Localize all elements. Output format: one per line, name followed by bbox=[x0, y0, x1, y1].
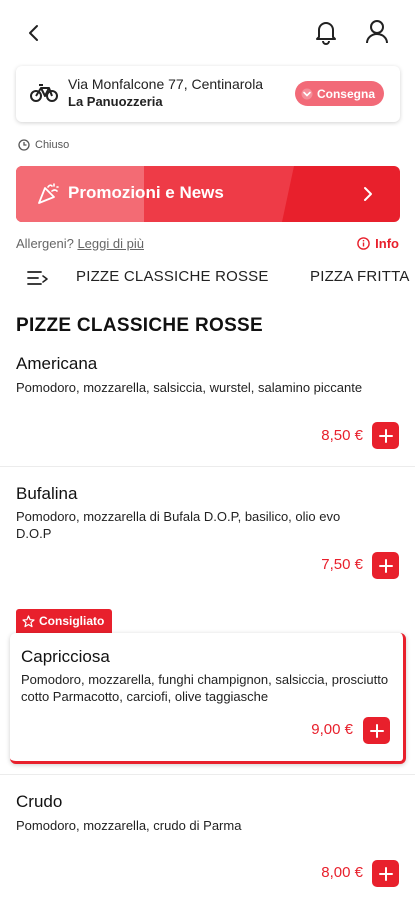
back-button[interactable] bbox=[17, 16, 51, 50]
add-item-button[interactable] bbox=[372, 860, 399, 887]
promotions-label: Promozioni e News bbox=[68, 183, 224, 202]
recommended-badge: Consigliato bbox=[16, 609, 113, 633]
chevron-left-icon bbox=[29, 25, 38, 41]
plus-icon bbox=[378, 866, 393, 881]
info-button[interactable]: Info bbox=[357, 236, 399, 251]
item-price: 8,50 € bbox=[321, 427, 363, 444]
user-icon bbox=[366, 20, 388, 44]
item-description: Pomodoro, mozzarella, crudo di Parma bbox=[16, 818, 242, 833]
item-description: Pomodoro, mozzarella, funghi champignon,… bbox=[21, 672, 389, 704]
item-name: Crudo bbox=[16, 792, 63, 811]
category-tabs: PIZZE CLASSICHE ROSSE PIZZA FRITTA bbox=[0, 262, 415, 292]
item-name: Americana bbox=[16, 354, 98, 373]
item-description: Pomodoro, mozzarella di Bufala D.O.P, ba… bbox=[16, 509, 341, 541]
info-label: Info bbox=[375, 236, 399, 251]
item-separator bbox=[0, 466, 415, 467]
address-street: Via Monfalcone 77, Centinarola bbox=[68, 76, 264, 92]
store-name: La Panuozzeria bbox=[68, 94, 163, 109]
item-price: 8,00 € bbox=[321, 864, 363, 881]
store-status-label: Chiuso bbox=[35, 139, 70, 151]
tab-pizze-classiche-rosse[interactable]: PIZZE CLASSICHE ROSSE bbox=[76, 268, 269, 285]
clock-icon bbox=[18, 139, 30, 151]
item-name: Capricciosa bbox=[21, 647, 110, 666]
bell-icon bbox=[316, 22, 336, 45]
item-price: 7,50 € bbox=[321, 556, 363, 573]
plus-icon bbox=[378, 428, 393, 443]
chevron-down-icon bbox=[301, 88, 313, 99]
list-menu-icon[interactable] bbox=[27, 270, 49, 286]
section-title: PIZZE CLASSICHE ROSSE bbox=[16, 315, 264, 336]
allergens-read-more-link[interactable]: Leggi di più bbox=[77, 236, 144, 251]
promotions-banner[interactable]: Promozioni e News bbox=[16, 166, 400, 222]
item-description: Pomodoro, mozzarella, salsiccia, wurstel… bbox=[16, 380, 363, 395]
chevron-right-icon bbox=[364, 187, 372, 201]
allergens-question: Allergeni? bbox=[16, 236, 74, 251]
store-status: Chiuso bbox=[18, 139, 69, 151]
item-price: 9,00 € bbox=[311, 721, 353, 738]
add-item-button[interactable] bbox=[372, 422, 399, 449]
plus-icon bbox=[378, 558, 393, 573]
add-item-button[interactable] bbox=[363, 717, 390, 744]
info-icon bbox=[357, 237, 370, 250]
party-popper-icon bbox=[38, 183, 59, 204]
delivery-mode-button[interactable]: Consegna bbox=[294, 81, 384, 106]
item-separator bbox=[0, 774, 415, 775]
allergens-notice: Allergeni? Leggi di più bbox=[16, 236, 144, 251]
recommended-item-card: Capricciosa Pomodoro, mozzarella, funghi… bbox=[10, 633, 406, 764]
star-icon bbox=[22, 614, 35, 627]
recommended-label: Consigliato bbox=[39, 614, 105, 628]
profile-button[interactable] bbox=[360, 15, 394, 49]
delivery-mode-label: Consegna bbox=[316, 86, 375, 101]
add-item-button[interactable] bbox=[372, 552, 399, 579]
bicycle-icon bbox=[30, 84, 58, 102]
delivery-address-card[interactable]: Via Monfalcone 77, Centinarola La Panuoz… bbox=[16, 66, 400, 122]
item-name: Bufalina bbox=[16, 484, 78, 503]
tab-pizza-fritta[interactable]: PIZZA FRITTA bbox=[310, 268, 410, 285]
notifications-button[interactable] bbox=[309, 15, 343, 49]
plus-icon bbox=[369, 723, 384, 738]
